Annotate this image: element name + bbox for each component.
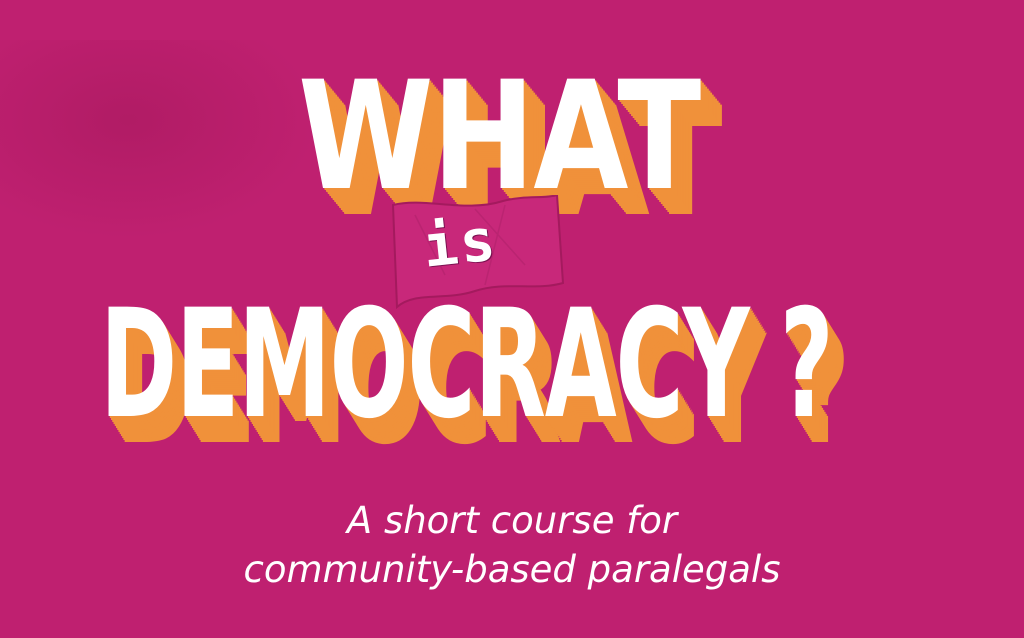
title-democracy: DEMOCRACY ? — [100, 278, 834, 452]
title-is: is — [419, 205, 501, 281]
subtitle-line-2: community-based paralegals — [243, 548, 781, 591]
flag-banner: is — [385, 195, 565, 310]
poster: WHAT DEMOCRACY ? is A short course for c… — [0, 0, 1024, 638]
subtitle-line-1: A short course for — [346, 499, 678, 542]
title-what: WHAT — [298, 50, 701, 224]
background-texture — [0, 40, 320, 240]
